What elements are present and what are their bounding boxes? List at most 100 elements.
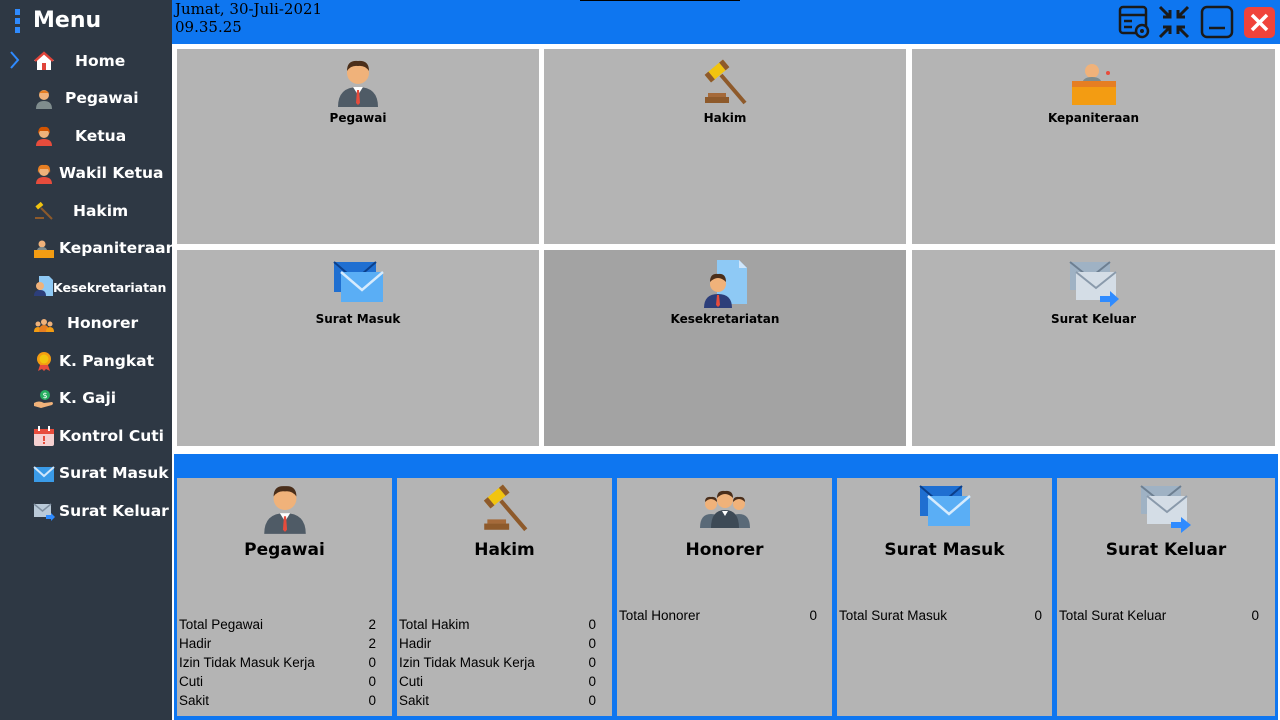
gavel-icon [35, 201, 53, 220]
tile-label: Pegawai [329, 111, 387, 125]
employee-icon [36, 89, 52, 109]
menu-bars-icon[interactable] [15, 9, 20, 33]
sidebar-item-home[interactable]: Home [0, 42, 172, 80]
stat-label: Cuti [179, 674, 204, 689]
sidebar-item-label: Surat Masuk [59, 464, 169, 483]
chairman-icon [36, 126, 52, 146]
stat-row: Hadir 0 [399, 636, 612, 655]
stat-label: Izin Tidak Masuk Kerja [399, 655, 535, 670]
sidebar-item-kesekretariatan[interactable]: Kesekretariatan [0, 267, 172, 305]
stat-label: Izin Tidak Masuk Kerja [179, 655, 315, 670]
stat-value: 0 [588, 636, 596, 651]
sidebar-item-label: K. Gaji [59, 389, 117, 408]
menu-header: Menu [0, 0, 172, 44]
sidebar-nav: Home Pegawai Ketua Wakil Ketua Hakim Kep… [0, 42, 177, 530]
incoming-mail-icon [918, 485, 971, 526]
tile-label: Kepaniteraan [1047, 111, 1140, 125]
sidebar-item-hakim[interactable]: Hakim [0, 192, 172, 230]
sidebar-item-honorer[interactable]: Honorer [0, 305, 172, 343]
tile-surat-keluar[interactable]: Surat Keluar [912, 250, 1275, 446]
rank-medal-icon [37, 352, 51, 371]
header-time: 09.35.25 [175, 18, 242, 36]
stat-value: 0 [588, 617, 596, 632]
stat-value: 0 [1251, 608, 1259, 623]
tile-label: Hakim [703, 111, 747, 125]
stat-value: 0 [588, 655, 596, 670]
summary-card-honorer: Honorer Total Honorer 0 [617, 478, 832, 716]
sidebar-item-surat-keluar[interactable]: Surat Keluar [0, 492, 172, 530]
summary-card-pegawai: Pegawai Total Pegawai 2 Hadir 2 Izin Tidak… [177, 478, 392, 716]
sidebar-item-label: Hakim [73, 201, 129, 220]
collapse-arrows-icon[interactable] [1157, 4, 1191, 40]
sidebar-item-label: K. Pangkat [59, 351, 155, 370]
stat-value: 0 [809, 608, 817, 623]
stat-row: Total Surat Masuk 0 [839, 608, 1052, 627]
honorary-staff-icon [34, 318, 54, 332]
summary-card-surat-keluar: Surat Keluar Total Surat Keluar 0 [1057, 478, 1275, 716]
stat-row: Sakit 0 [179, 693, 392, 712]
card-stats: Total Pegawai 2 Hadir 2 Izin Tidak Masuk K… [179, 617, 392, 712]
card-title: Hakim [474, 540, 535, 560]
card-title: Pegawai [244, 540, 325, 560]
sidebar-item-pegawai[interactable]: Pegawai [0, 80, 172, 118]
stat-value: 0 [588, 693, 596, 708]
gavel-icon [483, 484, 527, 532]
stat-row: Izin Tidak Masuk Kerja 0 [179, 655, 392, 674]
stat-label: Sakit [179, 693, 210, 708]
secretariat-icon [34, 276, 53, 296]
tile-surat-masuk[interactable]: Surat Masuk [177, 250, 539, 446]
sidebar-item-ketua[interactable]: Ketua [0, 117, 172, 155]
sidebar-item-label: Kesekretariatan [53, 280, 167, 295]
outgoing-mail-icon [1140, 485, 1191, 533]
summary-card-hakim: Hakim Total Hakim 0 Hadir 0 Izin Tidak Mas… [397, 478, 612, 716]
stat-row: Hadir 2 [179, 636, 392, 655]
sidebar-item-k-gaji[interactable]: $ K. Gaji [0, 380, 172, 418]
stat-row: Total Hakim 0 [399, 617, 612, 636]
stat-value: 0 [368, 655, 376, 670]
calendar-icon [34, 426, 54, 446]
card-stats: Total Surat Masuk 0 [839, 608, 1052, 627]
stat-value: 2 [368, 636, 376, 651]
sidebar-item-surat-masuk[interactable]: Surat Masuk [0, 455, 172, 493]
summary-card-surat-masuk: Surat Masuk Total Surat Masuk 0 [837, 478, 1052, 716]
tile-pegawai[interactable]: Pegawai [177, 49, 539, 244]
salary-icon: $ [34, 389, 53, 408]
stat-label: Total Pegawai [179, 617, 264, 632]
stat-value: 2 [368, 617, 376, 632]
tile-kesekretariatan[interactable]: Kesekretariatan [544, 250, 906, 446]
sidebar-item-label: Ketua [75, 126, 127, 145]
card-title: Honorer [685, 540, 764, 560]
honorary-staff-icon [699, 490, 750, 528]
tile-label: Surat Masuk [315, 312, 401, 326]
stat-value: 0 [368, 674, 376, 689]
tile-kepaniteraan[interactable]: Kepaniteraan [912, 49, 1275, 244]
sidebar-item-k-pangkat[interactable]: K. Pangkat [0, 342, 172, 380]
stat-label: Cuti [399, 674, 424, 689]
minimize-icon[interactable] [1200, 4, 1234, 40]
tile-label: Surat Keluar [1050, 312, 1136, 326]
outgoing-mail-icon [33, 503, 55, 521]
secretariat-icon [704, 260, 747, 308]
stat-label: Total Honorer [619, 608, 701, 623]
stat-row: Cuti 0 [399, 674, 612, 693]
header-divider [580, 0, 740, 1]
stat-row: Sakit 0 [399, 693, 612, 712]
stat-label: Sakit [399, 693, 430, 708]
sidebar: Menu Home Pegawai Ketua Wakil Ketua Haki… [0, 0, 177, 720]
close-icon[interactable] [1243, 4, 1277, 40]
stat-row: Total Pegawai 2 [179, 617, 392, 636]
sidebar-item-kontrol-cuti[interactable]: Kontrol Cuti [0, 417, 172, 455]
sidebar-item-wakil-ketua[interactable]: Wakil Ketua [0, 155, 172, 193]
stat-label: Hadir [179, 636, 212, 651]
stat-row: Total Honorer 0 [619, 608, 832, 627]
card-stats: Total Hakim 0 Hadir 0 Izin Tidak Masuk Ker… [399, 617, 612, 712]
svg-text:$: $ [42, 391, 47, 400]
settings-table-icon[interactable] [1118, 4, 1152, 40]
employee-icon [338, 60, 378, 107]
sidebar-item-kepaniteraan[interactable]: Kepaniteraan [0, 230, 177, 268]
selected-chevron-icon [10, 51, 20, 69]
sidebar-item-label: Wakil Ketua [59, 164, 164, 183]
card-stats: Total Surat Keluar 0 [1059, 608, 1275, 627]
tile-hakim[interactable]: Hakim [544, 49, 906, 244]
outgoing-mail-icon [1068, 261, 1119, 307]
